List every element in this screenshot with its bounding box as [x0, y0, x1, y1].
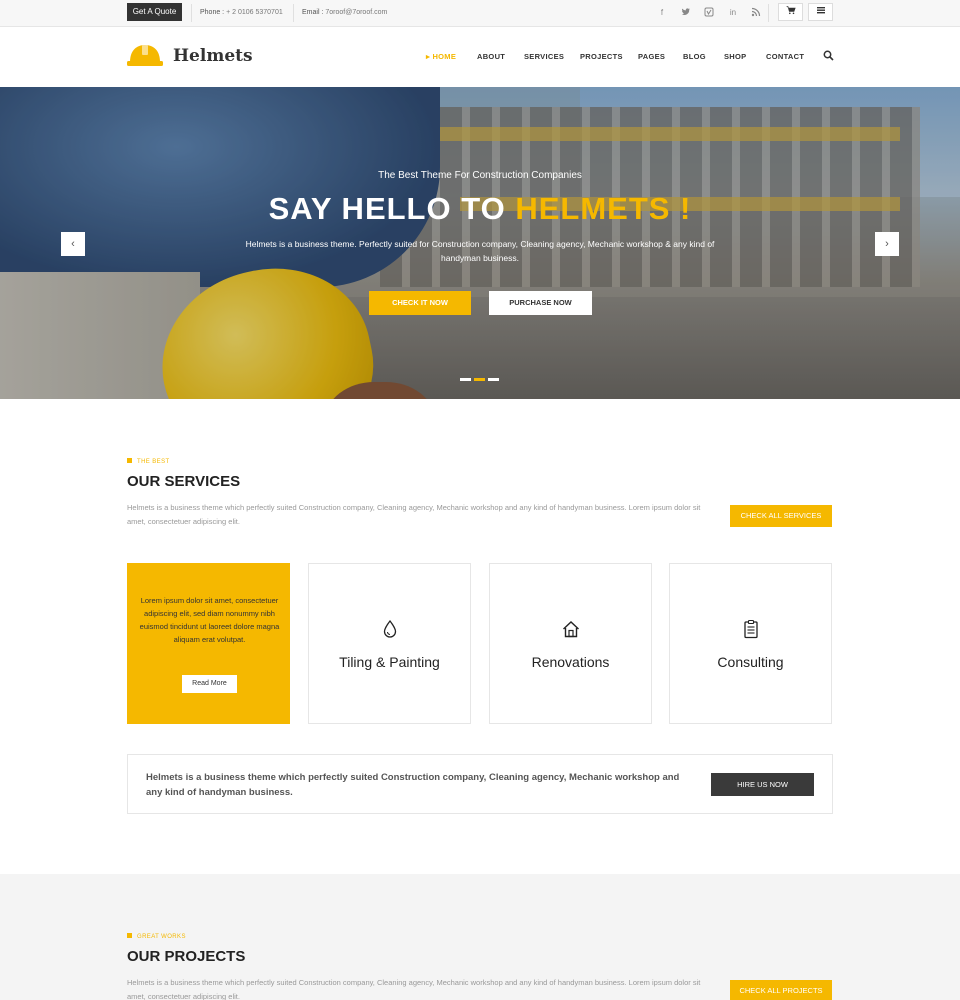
- hire-us-box: Helmets is a business theme which perfec…: [127, 754, 833, 814]
- menu-button[interactable]: [808, 3, 833, 21]
- nav-shop[interactable]: SHOP: [724, 52, 746, 61]
- nav-projects[interactable]: PROJECTS: [580, 52, 623, 61]
- featured-card-text: Lorem ipsum dolor sit amet, consectetuer…: [139, 596, 280, 644]
- check-it-now-button[interactable]: CHECK IT NOW: [369, 291, 471, 315]
- service-card-title: Renovations: [531, 654, 610, 670]
- main-header: Helmets ▸ HOME ABOUT SERVICES PROJECTS P…: [0, 27, 960, 87]
- nav-contact[interactable]: CONTACT: [766, 52, 804, 61]
- slide-dot-3[interactable]: [488, 378, 499, 381]
- slide-dot-2[interactable]: [474, 378, 485, 381]
- divider: [768, 4, 769, 22]
- projects-eyebrow: GREAT WORKS: [127, 933, 186, 940]
- service-card-title: Tiling & Painting: [339, 654, 440, 670]
- logo-text[interactable]: Helmets: [173, 46, 253, 66]
- projects-description: Helmets is a business theme which perfec…: [127, 978, 701, 1000]
- helmet-logo-icon[interactable]: [127, 42, 163, 68]
- cart-icon: [786, 6, 796, 15]
- check-all-services-button[interactable]: CHECK ALL SERVICES: [730, 505, 832, 527]
- hamburger-icon: [816, 7, 825, 14]
- nav-home-label: HOME: [432, 52, 457, 61]
- projects-section: GREAT WORKS OUR PROJECTS Helmets is a bu…: [0, 874, 960, 1000]
- hire-us-now-button[interactable]: HIRE US NOW: [711, 773, 814, 796]
- house-icon: [563, 621, 579, 638]
- vimeo-icon[interactable]: [703, 7, 715, 19]
- get-a-quote-button[interactable]: Get A Quote: [127, 3, 182, 21]
- service-card-tiling[interactable]: Tiling & Painting: [308, 563, 471, 724]
- chevron-right-icon: ›: [885, 238, 889, 250]
- nav-services[interactable]: SERVICES: [524, 52, 564, 61]
- projects-title: OUR PROJECTS: [127, 948, 246, 965]
- facebook-icon[interactable]: f: [656, 7, 668, 19]
- divider: [293, 4, 294, 22]
- services-title: OUR SERVICES: [127, 473, 241, 490]
- hero-title-accent: HELMETS !: [515, 191, 692, 226]
- hire-text: Helmets is a business theme which perfec…: [146, 772, 680, 798]
- service-card-featured: Lorem ipsum dolor sit amet, consectetuer…: [127, 563, 290, 724]
- nav-pages[interactable]: PAGES: [638, 52, 665, 61]
- eyebrow-square: [127, 458, 132, 463]
- phone-info: Phone : + 2 0106 5370701: [200, 0, 283, 26]
- linkedin-icon[interactable]: in: [727, 7, 739, 19]
- read-more-button[interactable]: Read More: [182, 675, 237, 693]
- top-bar: Get A Quote Phone : + 2 0106 5370701 Ema…: [0, 0, 960, 27]
- services-eyebrow: THE BEST: [127, 458, 170, 465]
- drop-icon: [383, 619, 397, 638]
- phone-label: Phone :: [200, 9, 225, 16]
- service-card-renovations[interactable]: Renovations: [489, 563, 652, 724]
- nav-blog[interactable]: BLOG: [683, 52, 706, 61]
- next-slide-button[interactable]: ›: [875, 232, 899, 256]
- purchase-now-button[interactable]: PURCHASE NOW: [489, 291, 592, 315]
- service-card-consulting[interactable]: Consulting: [669, 563, 832, 724]
- cart-button[interactable]: [778, 3, 803, 21]
- search-icon[interactable]: [823, 50, 834, 61]
- email-label: Email :: [302, 9, 324, 16]
- hero-description: Helmets is a business theme. Perfectly s…: [245, 239, 715, 263]
- email-value[interactable]: 7oroof@7oroof.com: [325, 9, 387, 16]
- clipboard-icon: [744, 619, 758, 639]
- projects-eyebrow-text: GREAT WORKS: [137, 934, 186, 940]
- divider: [191, 4, 192, 22]
- chevron-left-icon: ‹: [71, 238, 75, 250]
- email-info: Email : 7oroof@7oroof.com: [302, 0, 387, 26]
- services-eyebrow-text: THE BEST: [137, 459, 170, 465]
- slide-dot-1[interactable]: [460, 378, 471, 381]
- twitter-icon[interactable]: [680, 7, 692, 19]
- hero-subtitle: The Best Theme For Construction Companie…: [378, 170, 582, 181]
- services-description: Helmets is a business theme which perfec…: [127, 503, 701, 526]
- rss-icon[interactable]: [750, 7, 762, 19]
- phone-value[interactable]: + 2 0106 5370701: [226, 9, 283, 16]
- nav-about[interactable]: ABOUT: [477, 52, 505, 61]
- service-card-title: Consulting: [717, 654, 784, 670]
- hero-title: SAY HELLO TO HELMETS !: [0, 191, 960, 227]
- nav-home[interactable]: ▸ HOME: [426, 52, 456, 61]
- check-all-projects-button[interactable]: CHECK ALL PROJECTS: [730, 980, 832, 1000]
- hero-slider: The Best Theme For Construction Companie…: [0, 87, 960, 399]
- eyebrow-square: [127, 933, 132, 938]
- prev-slide-button[interactable]: ‹: [61, 232, 85, 256]
- hero-title-main: SAY HELLO TO: [268, 191, 516, 226]
